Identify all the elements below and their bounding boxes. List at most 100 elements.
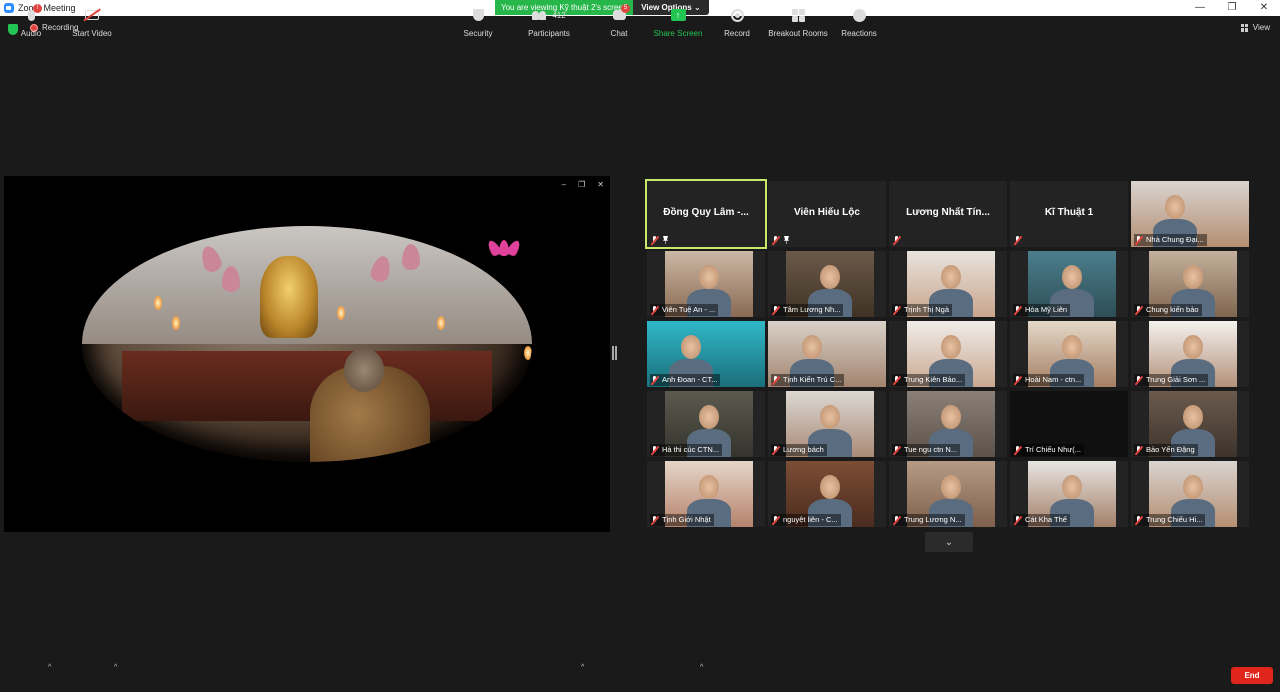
participant-name-label: Trịnh Thị Ngà: [892, 304, 953, 316]
muted-microphone-icon: [1135, 446, 1142, 455]
muted-microphone-icon: [772, 446, 779, 455]
participant-tile[interactable]: Hà thi cúc CTN...: [647, 391, 765, 457]
breakout-rooms-button[interactable]: Breakout Rooms: [768, 6, 828, 38]
participant-face: [820, 405, 840, 429]
meeting-toolbar: [0, 654, 1280, 692]
participant-tile[interactable]: Chung kiến bảo: [1131, 251, 1249, 317]
gallery-scroll-down-button[interactable]: ⌄: [925, 532, 973, 552]
muted-microphone-icon: [772, 306, 779, 315]
participant-tile[interactable]: Viên Tuệ An - ...: [647, 251, 765, 317]
participant-tile[interactable]: Anh Đoan - CT...: [647, 321, 765, 387]
participant-tile[interactable]: Tue ngu ctn N...: [889, 391, 1007, 457]
share-close-button[interactable]: ✕: [597, 180, 604, 189]
view-label: View: [1252, 23, 1270, 32]
participant-face: [699, 475, 719, 499]
participants-options-caret[interactable]: ^: [581, 664, 584, 671]
participant-face: [681, 335, 701, 359]
participant-tile[interactable]: Kĩ Thuật 1: [1010, 181, 1128, 247]
participant-name: Viên Hiếu Lộc: [794, 207, 860, 218]
participant-face: [699, 265, 719, 289]
participants-label: Participants: [528, 29, 570, 38]
participant-tile[interactable]: Bảo Yến Đặng: [1131, 391, 1249, 457]
share-restore-button[interactable]: ❐: [578, 180, 585, 189]
muted-microphone-icon: [893, 446, 900, 455]
participant-name: Lương Nhất Tín...: [906, 207, 990, 218]
participant-tile[interactable]: Trịnh Thị Ngà: [889, 251, 1007, 317]
shared-screen-view[interactable]: – ❐ ✕: [4, 176, 610, 532]
muted-microphone-icon: [651, 236, 658, 245]
share-screen-button[interactable]: ↑ Share Screen: [652, 6, 704, 38]
security-shield-icon: [472, 9, 484, 21]
split-resize-handle[interactable]: [612, 346, 614, 360]
participant-name-label: Hoài Nam - ctn...: [1013, 374, 1085, 386]
pin-icon: [663, 236, 668, 244]
participant-tile[interactable]: Trung Lương N...: [889, 461, 1007, 527]
muted-microphone-icon: [1135, 376, 1142, 385]
share-options-caret[interactable]: ^: [700, 664, 703, 671]
audio-options-caret[interactable]: ^: [48, 664, 51, 671]
participant-name-label: Viên Tuệ An - ...: [650, 304, 719, 316]
participant-tile[interactable]: Tịnh Kiến Trú C...: [768, 321, 886, 387]
participant-tile[interactable]: Lương bách: [768, 391, 886, 457]
participant-tile[interactable]: Hòa Mỹ Liên: [1010, 251, 1128, 317]
muted-microphone-icon: [893, 306, 900, 315]
candle-flame: [437, 316, 445, 330]
participant-face: [820, 265, 840, 289]
share-screen-arrow-icon: ↑: [670, 9, 686, 21]
participant-face: [941, 475, 961, 499]
maximize-button[interactable]: ❐: [1216, 0, 1248, 16]
participant-tile[interactable]: Trung Kiên Bảo...: [889, 321, 1007, 387]
view-button[interactable]: View: [1240, 23, 1270, 32]
video-off-icon: [85, 10, 99, 20]
participant-tile[interactable]: Tịnh Giới Nhật: [647, 461, 765, 527]
participant-tile[interactable]: Đồng Quy Lâm -...: [645, 179, 767, 249]
chat-button[interactable]: 5 Chat: [606, 4, 632, 38]
participants-button[interactable]: 412 Participants: [526, 6, 572, 39]
participant-tile[interactable]: Lương Nhất Tín...: [889, 181, 1007, 247]
zoom-app-icon: [4, 3, 14, 13]
participant-tile[interactable]: Viên Hiếu Lộc: [768, 181, 886, 247]
participant-name-label: nguyệt liên - C...: [771, 514, 841, 526]
participant-name-label: Chung kiến bảo: [1134, 304, 1202, 316]
muted-microphone-icon: [651, 376, 658, 385]
reactions-button[interactable]: Reactions: [840, 6, 878, 38]
video-options-caret[interactable]: ^: [114, 664, 117, 671]
participant-tile[interactable]: Nhà Chung Đại...: [1131, 181, 1249, 247]
participant-tile[interactable]: Cát Kha Thế: [1010, 461, 1128, 527]
candle-flame: [172, 316, 180, 330]
encryption-shield-icon[interactable]: [8, 24, 18, 35]
audio-button[interactable]: ! Audio: [18, 4, 44, 38]
participant-face: [802, 335, 822, 359]
close-window-button[interactable]: ✕: [1248, 0, 1280, 16]
grid-view-icon: [1240, 23, 1249, 32]
security-label: Security: [463, 29, 493, 38]
participant-tile[interactable]: Trung Giải Sơn ...: [1131, 321, 1249, 387]
muted-microphone-icon: [651, 306, 658, 315]
altar: [122, 351, 492, 421]
minimize-button[interactable]: —: [1184, 0, 1216, 16]
participant-tile[interactable]: Hoài Nam - ctn...: [1010, 321, 1128, 387]
security-button[interactable]: Security: [460, 6, 496, 38]
reactions-label: Reactions: [841, 29, 877, 38]
muted-microphone-icon: [1135, 306, 1142, 315]
participant-name-label: Trung Kiên Bảo...: [892, 374, 966, 386]
participant-tile[interactable]: Tâm Lương Nh...: [768, 251, 886, 317]
participant-face: [1183, 265, 1203, 289]
participant-tile[interactable]: Trung Chiếu Hi...: [1131, 461, 1249, 527]
candle-flame: [154, 296, 162, 310]
chevron-down-icon: ⌄: [944, 536, 954, 548]
participant-tile[interactable]: Trí Chiếu Như(...: [1010, 391, 1128, 457]
share-minimize-button[interactable]: –: [562, 180, 566, 189]
share-window-controls: – ❐ ✕: [562, 180, 604, 189]
share-screen-label: Share Screen: [653, 29, 703, 38]
participant-face: [941, 335, 961, 359]
start-video-button[interactable]: Start Video: [70, 6, 114, 38]
participant-name-label: Trung Chiếu Hi...: [1134, 514, 1206, 526]
record-button[interactable]: Record: [722, 6, 752, 38]
participant-tile[interactable]: nguyệt liên - C...: [768, 461, 886, 527]
muted-microphone-icon: [651, 446, 658, 455]
end-meeting-button[interactable]: End: [1231, 667, 1273, 684]
participant-name-label: Anh Đoan - CT...: [650, 374, 721, 386]
participant-name-label: Tue ngu ctn N...: [892, 444, 961, 456]
participant-face: [941, 265, 961, 289]
